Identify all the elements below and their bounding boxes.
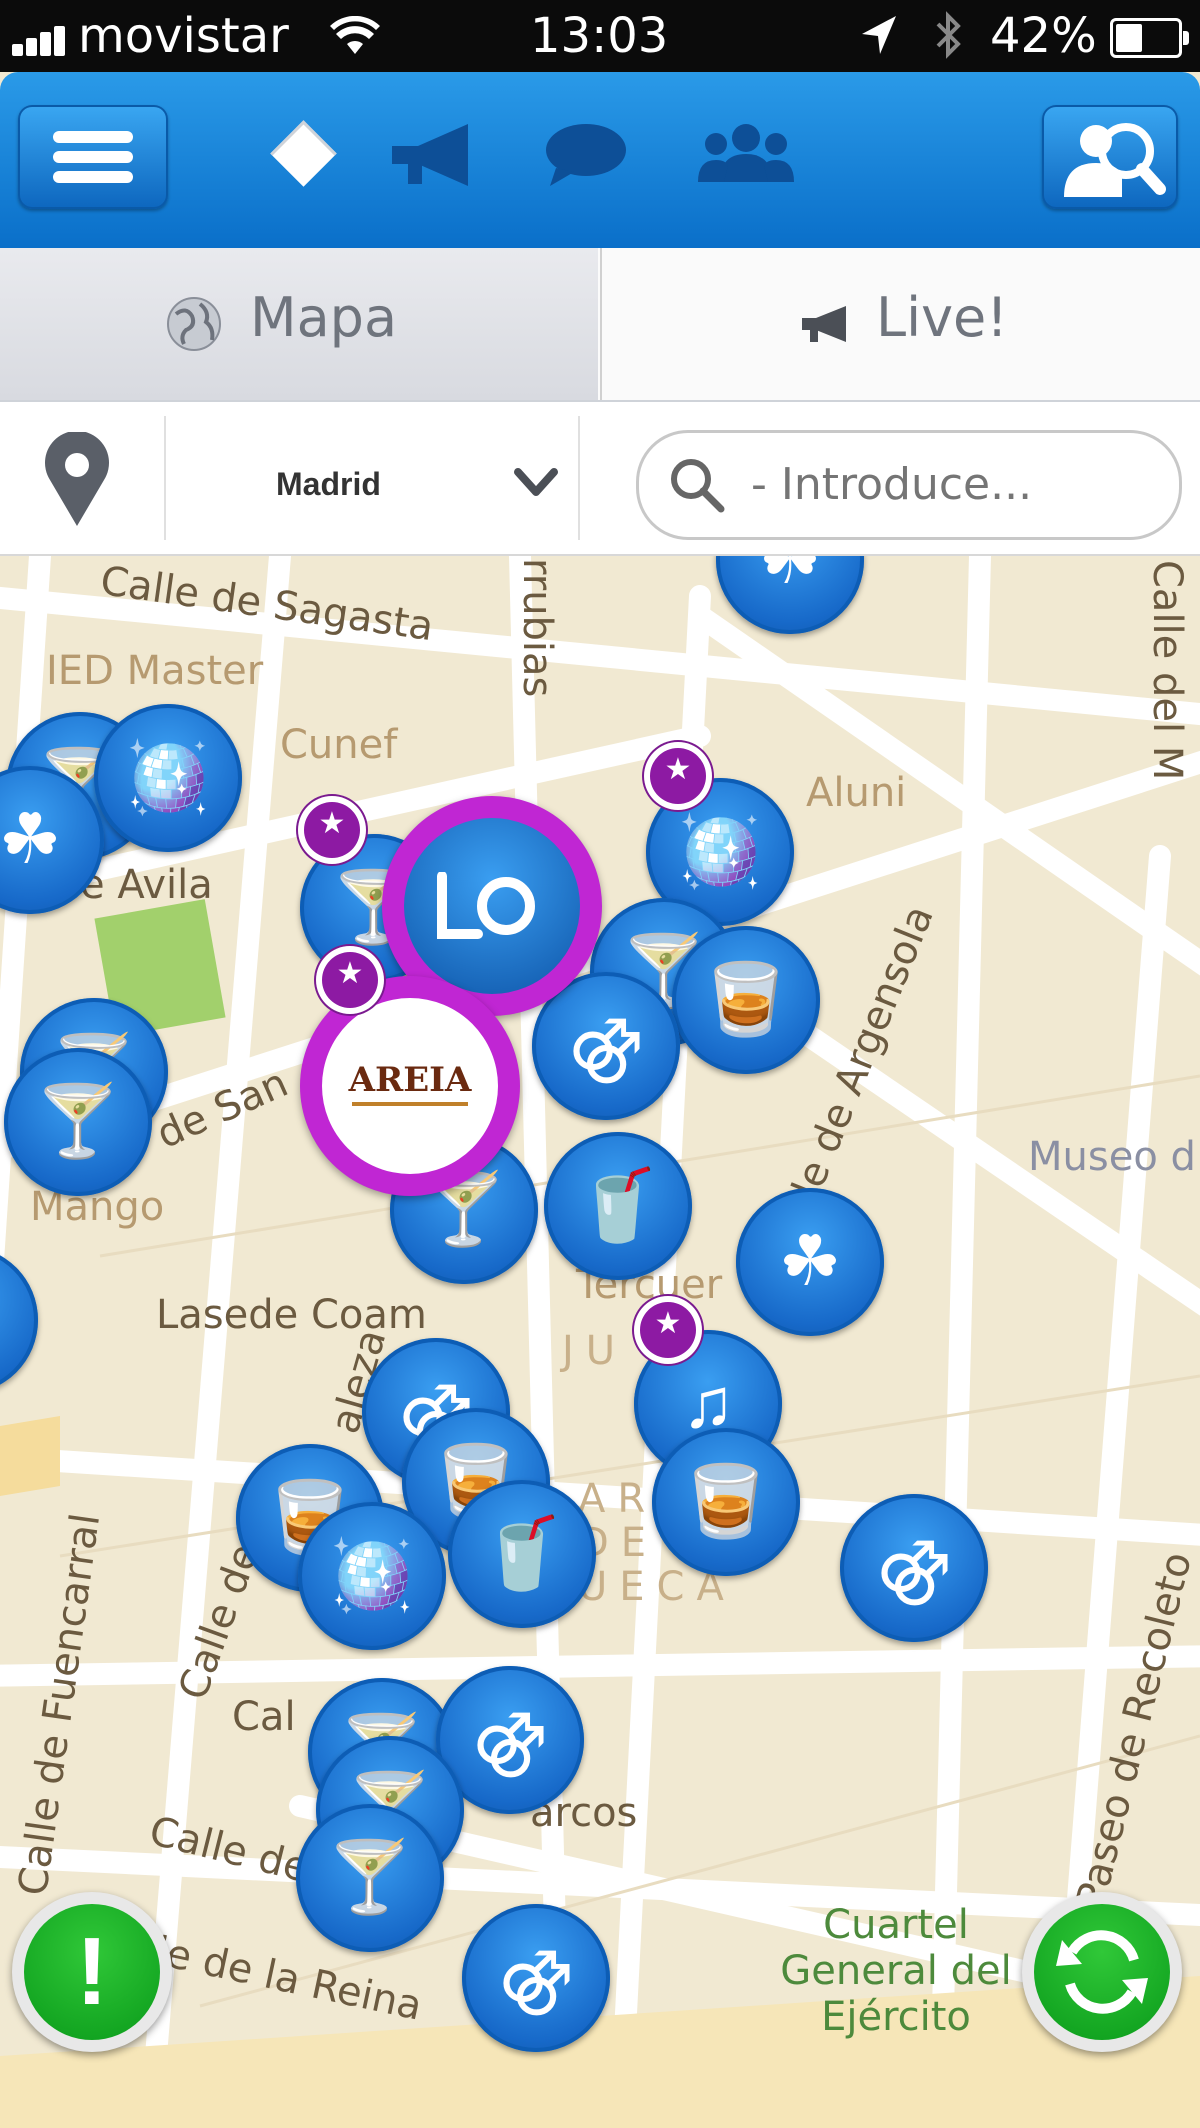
tab-mapa[interactable]: Mapa bbox=[0, 248, 598, 400]
place-label: IED Master bbox=[46, 648, 264, 694]
featured-pin-title: AREIA bbox=[348, 1060, 472, 1100]
megaphone-icon bbox=[802, 306, 846, 342]
whisky-glass-icon: 🥃 bbox=[682, 1462, 770, 1540]
venue-pin-shamrock[interactable]: ☘ bbox=[716, 556, 864, 667]
food-drink-icon: 🥤 bbox=[574, 1166, 662, 1244]
chat-bubble-icon[interactable] bbox=[542, 120, 630, 190]
chevron-down-icon bbox=[514, 468, 558, 496]
brand-underline bbox=[352, 1102, 468, 1106]
bluetooth-icon bbox=[936, 11, 961, 59]
venue-pin-partial[interactable] bbox=[0, 1246, 38, 1427]
carrier-name: movistar bbox=[78, 8, 289, 64]
search-user-icon bbox=[1064, 123, 1166, 197]
street-label: Cal bbox=[232, 1694, 296, 1740]
place-label: Cunef bbox=[280, 722, 398, 768]
location-pin-icon[interactable] bbox=[42, 432, 112, 528]
venue-pin-drink[interactable]: 🥃 bbox=[652, 1428, 800, 1609]
venue-pin-shamrock[interactable]: ☘ bbox=[0, 766, 104, 947]
venue-pin-cocktail[interactable]: 🍸 bbox=[296, 1804, 444, 1985]
globe-icon bbox=[167, 297, 221, 351]
place-label: Museo d bbox=[1028, 1134, 1196, 1180]
food-drink-icon: 🥤 bbox=[478, 1514, 566, 1592]
place-label: Aluni bbox=[806, 770, 907, 816]
alert-button[interactable]: ! bbox=[12, 1892, 172, 2052]
tab-mapa-label: Mapa bbox=[250, 286, 398, 349]
featured-star-badge bbox=[316, 946, 384, 1014]
cocktail-icon: 🍸 bbox=[34, 1082, 122, 1160]
disco-ball-icon: 🪩 bbox=[124, 738, 212, 816]
place-label: Cuartel General del Ejército bbox=[780, 1902, 1012, 2040]
whisky-glass-icon: 🥃 bbox=[702, 960, 790, 1038]
status-bar: movistar 13:03 42% bbox=[0, 0, 1200, 72]
divider bbox=[164, 416, 166, 540]
venue-pin-food[interactable]: 🥤 bbox=[544, 1132, 692, 1313]
filter-bar: Madrid bbox=[0, 402, 1200, 556]
street-label: rrubias bbox=[514, 558, 560, 698]
shamrock-icon: ☘ bbox=[0, 800, 62, 878]
exclamation-icon: ! bbox=[24, 1904, 160, 2040]
signal-strength-icon bbox=[12, 22, 74, 56]
gay-symbol-icon: ⚣ bbox=[497, 1938, 575, 2016]
city-selector-value: Madrid bbox=[276, 466, 381, 502]
search-field[interactable] bbox=[636, 430, 1182, 540]
gay-symbol-icon: ⚣ bbox=[875, 1528, 953, 1606]
venue-pin-drink[interactable]: 🥃 bbox=[672, 926, 820, 1107]
venue-pin-gay[interactable]: ⚣ bbox=[462, 1904, 610, 2085]
featured-pin-areia[interactable]: AREIA bbox=[300, 976, 520, 1216]
city-selector[interactable]: Madrid bbox=[168, 402, 578, 554]
venue-pin-cocktail[interactable]: 🍸 bbox=[4, 1048, 152, 1229]
venue-pin-gay[interactable]: ⚣ bbox=[840, 1494, 988, 1675]
clock: 13:03 bbox=[530, 8, 669, 64]
cocktail-icon: 🍸 bbox=[326, 1838, 414, 1916]
venue-pin-disco[interactable]: 🪩 bbox=[298, 1502, 446, 1683]
featured-star-badge bbox=[298, 796, 366, 864]
disco-ball-icon: 🪩 bbox=[676, 812, 764, 890]
megaphone-icon[interactable] bbox=[388, 120, 478, 190]
location-arrow-icon bbox=[862, 16, 896, 54]
shamrock-icon: ☘ bbox=[778, 1222, 842, 1300]
search-user-button[interactable] bbox=[1042, 105, 1178, 209]
refresh-icon bbox=[1056, 1930, 1148, 2014]
wifi-icon bbox=[330, 16, 380, 54]
venue-pin-food[interactable]: 🥤 bbox=[448, 1480, 596, 1661]
featured-star-badge bbox=[644, 742, 712, 810]
shamrock-icon: ☘ bbox=[758, 556, 822, 598]
battery-percentage: 42% bbox=[990, 8, 1097, 64]
refresh-button[interactable] bbox=[1022, 1892, 1182, 2052]
battery-icon bbox=[1110, 18, 1189, 58]
tab-live-label: Live! bbox=[876, 286, 1008, 349]
search-input[interactable] bbox=[749, 451, 1153, 517]
divider bbox=[578, 416, 580, 540]
street-label: Calle del M bbox=[1144, 560, 1190, 781]
venue-pin-disco[interactable]: 🪩 bbox=[94, 704, 242, 885]
people-icon[interactable] bbox=[698, 120, 794, 190]
menu-button[interactable] bbox=[18, 105, 168, 209]
tab-live[interactable]: Live! bbox=[600, 248, 1200, 400]
disco-ball-icon: 🪩 bbox=[328, 1536, 416, 1614]
app-logo-icon bbox=[437, 872, 536, 939]
featured-star-badge bbox=[634, 1296, 702, 1364]
view-tabs: Mapa Live! bbox=[0, 248, 1200, 403]
map-view[interactable]: Calle de Sagasta rrubias Calle del M de … bbox=[0, 556, 1200, 2128]
search-icon bbox=[671, 459, 725, 513]
street-label: Lasede Coam bbox=[156, 1292, 427, 1338]
